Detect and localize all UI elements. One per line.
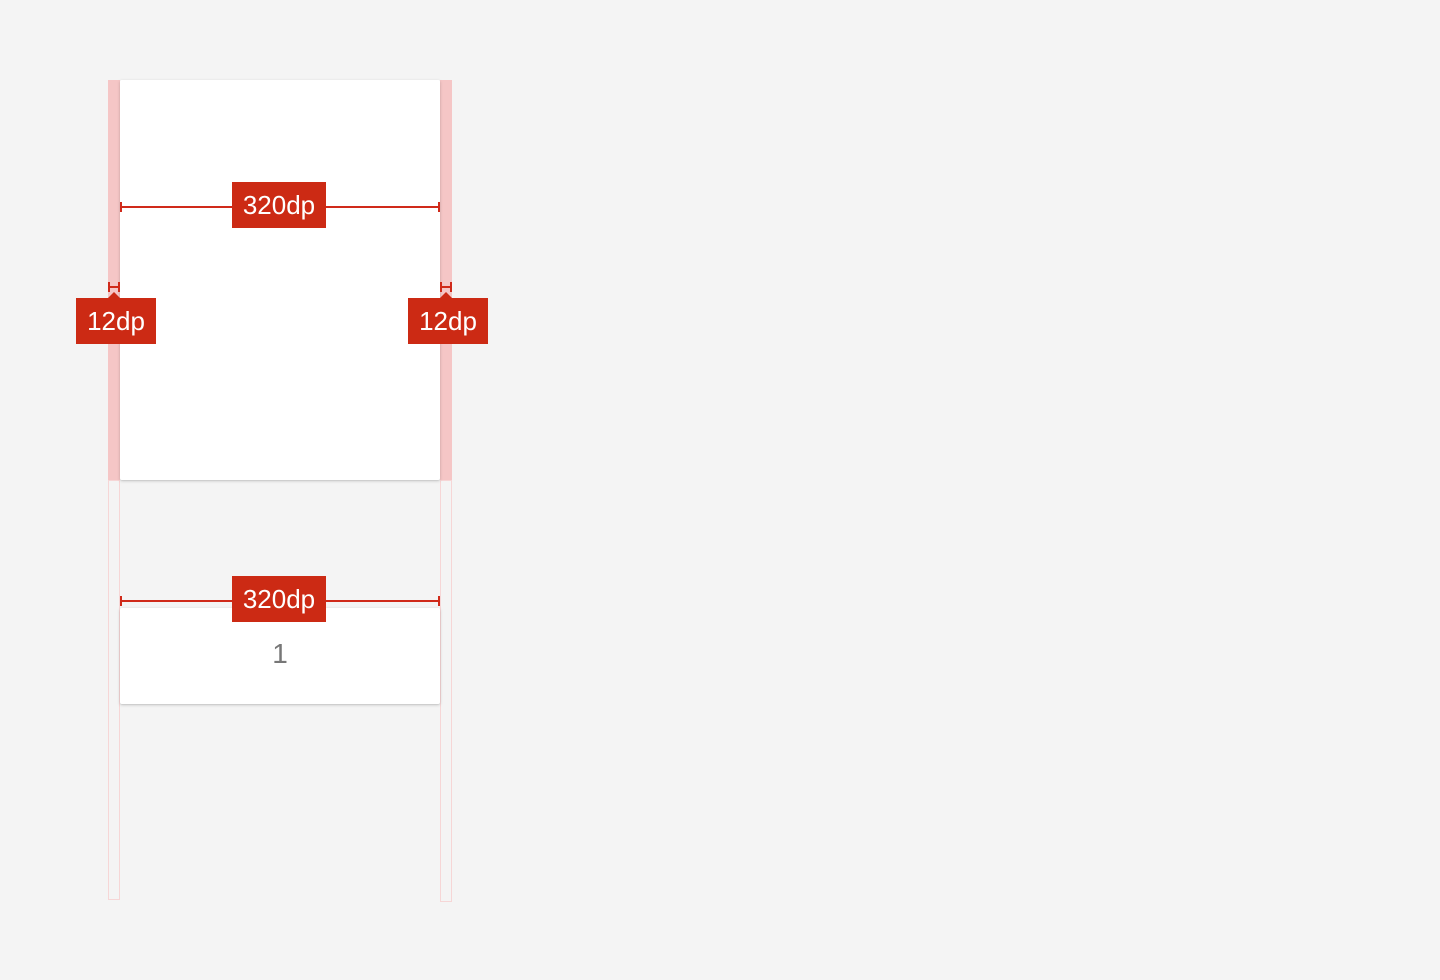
top-card-width-tick-left	[120, 202, 122, 212]
right-margin-label: 12dp	[408, 298, 488, 344]
bottom-card: 1	[120, 608, 440, 704]
top-card-width-tick-right	[438, 202, 440, 212]
bottom-card-width-tick-right	[438, 596, 440, 606]
left-margin-tick-right	[118, 282, 120, 292]
left-margin-guide-extension	[108, 480, 120, 900]
left-margin-tick-left	[108, 282, 110, 292]
bottom-card-width-label: 320dp	[232, 576, 326, 622]
left-margin-label: 12dp	[76, 298, 156, 344]
right-margin-guide-extension	[440, 480, 452, 902]
top-card	[120, 80, 440, 480]
bottom-card-number: 1	[272, 638, 288, 669]
left-margin-guide	[108, 80, 120, 480]
right-margin-tick-right	[450, 282, 452, 292]
right-margin-guide	[440, 80, 452, 480]
top-card-width-label: 320dp	[232, 182, 326, 228]
bottom-card-width-tick-left	[120, 596, 122, 606]
right-margin-tick-left	[440, 282, 442, 292]
